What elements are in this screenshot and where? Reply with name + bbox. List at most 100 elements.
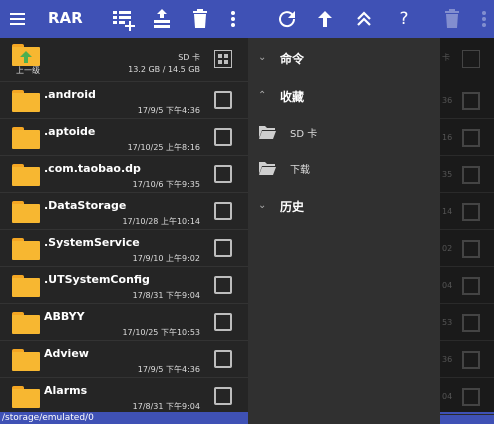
file-row[interactable]: Alarms 17/8/31 下午9:04: [0, 378, 248, 412]
folder-icon: [12, 275, 40, 297]
dim-date-fragment: 35: [442, 170, 453, 179]
dim-date-fragment: 04: [442, 392, 453, 401]
dim-row: 35: [440, 156, 494, 193]
file-row[interactable]: .SystemService 17/9/10 上午9:02: [0, 230, 248, 267]
dim-row: 14: [440, 193, 494, 230]
file-name: .SystemService: [44, 236, 140, 249]
parent-folder-icon: [12, 44, 40, 66]
dim-checkbox: [462, 314, 480, 332]
dim-date-fragment: 04: [442, 281, 453, 290]
select-checkbox[interactable]: [214, 91, 232, 109]
folder-open-icon: [259, 126, 276, 139]
dim-checkbox: [462, 388, 480, 406]
file-row[interactable]: .com.taobao.dp 17/10/6 下午9:35: [0, 156, 248, 193]
file-row[interactable]: .aptoide 17/10/25 上午8:16: [0, 119, 248, 156]
file-name: .UTSystemConfig: [44, 273, 150, 286]
file-date: 17/10/28 上午10:14: [122, 217, 200, 226]
folder-icon: [12, 349, 40, 371]
folder-icon: [12, 127, 40, 149]
app-title: RAR: [48, 9, 83, 27]
refresh-icon[interactable]: [275, 7, 299, 31]
dim-checkbox: [462, 129, 480, 147]
file-name: Adview: [44, 347, 89, 360]
up-arrow-icon: [20, 51, 32, 63]
dim-row: 53: [440, 304, 494, 341]
select-checkbox[interactable]: [214, 239, 232, 257]
dim-grid-icon: [462, 50, 480, 68]
drawer-toolbar: ?: [248, 0, 440, 38]
section-favorites[interactable]: ⌃ 收藏: [248, 82, 440, 114]
file-row[interactable]: ABBYY 17/10/25 下午10:53: [0, 304, 248, 341]
help-icon[interactable]: ?: [392, 7, 416, 31]
file-date: 17/10/25 下午10:53: [122, 328, 200, 337]
file-date: 17/8/31 下午9:04: [132, 402, 200, 411]
file-row[interactable]: .DataStorage 17/10/28 上午10:14: [0, 193, 248, 230]
folder-icon: [12, 386, 40, 408]
dim-checkbox: [462, 166, 480, 184]
select-checkbox[interactable]: [214, 350, 232, 368]
dim-row: 02: [440, 230, 494, 267]
dimmed-list-behind-drawer: 卡 36 16 35 14 02 04 53 36 04: [440, 38, 494, 415]
dim-checkbox: [462, 240, 480, 258]
file-name: Alarms: [44, 384, 88, 397]
file-row[interactable]: Adview 17/9/5 下午4:36: [0, 341, 248, 378]
dim-date-fragment: 16: [442, 133, 453, 142]
dim-date-fragment: 53: [442, 318, 453, 327]
delete-icon[interactable]: [188, 7, 212, 31]
parent-folder-label: 上一级: [16, 66, 40, 75]
select-checkbox[interactable]: [214, 165, 232, 183]
file-date: 17/9/10 上午9:02: [132, 254, 200, 263]
dim-row: 16: [440, 119, 494, 156]
chevron-down-icon: ⌄: [258, 52, 267, 63]
select-checkbox[interactable]: [214, 128, 232, 146]
file-date: 17/8/31 下午9:04: [132, 291, 200, 300]
file-list: 上一级 SD 卡 13.2 GB / 14.5 GB .android 17/9/…: [0, 38, 248, 412]
section-title: 命令: [280, 52, 305, 66]
file-date: 17/9/5 下午4:36: [137, 106, 200, 115]
file-date: 17/10/25 上午8:16: [127, 143, 200, 152]
file-date: 17/10/6 下午9:35: [132, 180, 200, 189]
navigation-drawer: ? ⌄ 命令 ⌃ 收藏 SD 卡 下载 ⌄ 历史: [248, 0, 440, 424]
file-row[interactable]: .UTSystemConfig 17/8/31 下午9:04: [0, 267, 248, 304]
select-checkbox[interactable]: [214, 202, 232, 220]
select-checkbox[interactable]: [214, 276, 232, 294]
dim-row: 36: [440, 82, 494, 119]
arrow-up-icon[interactable]: [313, 7, 337, 31]
menu-icon[interactable]: [8, 8, 30, 30]
favorite-downloads[interactable]: 下载: [248, 152, 440, 186]
dim-storage-label: 卡: [442, 53, 450, 62]
select-checkbox[interactable]: [214, 387, 232, 405]
dim-row: 04: [440, 378, 494, 415]
dim-checkbox: [462, 203, 480, 221]
section-title: 收藏: [280, 90, 305, 104]
section-history[interactable]: ⌄ 历史: [248, 192, 440, 224]
parent-folder-row[interactable]: 上一级 SD 卡 13.2 GB / 14.5 GB: [0, 38, 248, 82]
dim-row: 04: [440, 267, 494, 304]
file-row[interactable]: .android 17/9/5 下午4:36: [0, 82, 248, 119]
grid-view-icon[interactable]: [214, 50, 232, 68]
add-to-archive-icon[interactable]: [111, 7, 135, 31]
storage-name: SD 卡: [178, 53, 200, 62]
chevron-down-icon: ⌄: [258, 200, 267, 211]
file-name: ABBYY: [44, 310, 85, 323]
folder-open-icon: [259, 162, 276, 175]
more-vert-icon[interactable]: [221, 7, 245, 31]
dim-checkbox: [462, 92, 480, 110]
file-name: .android: [44, 88, 96, 101]
dim-date-fragment: 36: [442, 96, 453, 105]
favorite-sd-card[interactable]: SD 卡: [248, 116, 440, 150]
section-commands[interactable]: ⌄ 命令: [248, 44, 440, 76]
dim-date-fragment: 02: [442, 244, 453, 253]
double-chevron-up-icon[interactable]: [352, 7, 376, 31]
dim-checkbox: [462, 351, 480, 369]
folder-icon: [12, 90, 40, 112]
extract-icon[interactable]: [150, 7, 174, 31]
dim-date-fragment: 14: [442, 207, 453, 216]
folder-icon: [12, 201, 40, 223]
dim-checkbox: [462, 277, 480, 295]
file-name: .DataStorage: [44, 199, 127, 212]
favorite-label: 下载: [290, 165, 310, 176]
select-checkbox[interactable]: [214, 313, 232, 331]
file-name: .com.taobao.dp: [44, 162, 141, 175]
chevron-up-icon: ⌃: [258, 90, 267, 101]
